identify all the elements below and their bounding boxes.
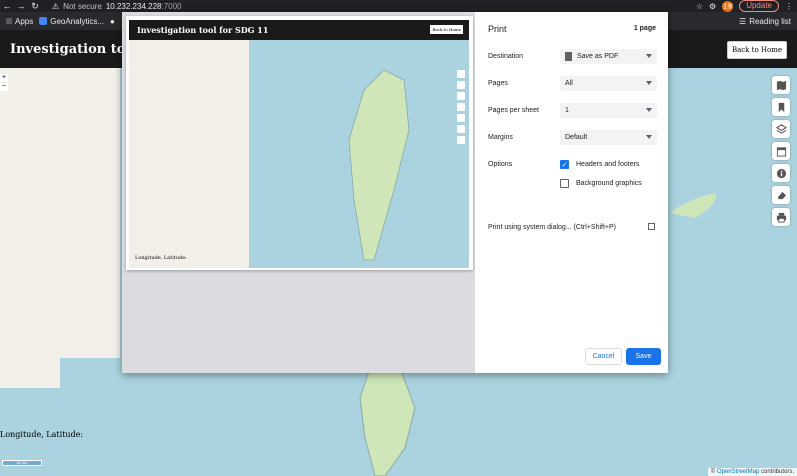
- menu-icon[interactable]: ⋮: [785, 2, 793, 11]
- back-to-home-button[interactable]: Back to Home: [726, 41, 787, 59]
- eraser-icon[interactable]: [772, 186, 790, 204]
- map-toolbar: [772, 76, 790, 226]
- print-dialog: Investigation tool for SDG 11 Back to Ho…: [122, 12, 668, 373]
- bookmark-geoanalytics[interactable]: GeoAnalytics...: [39, 17, 104, 26]
- preview-header: Investigation tool for SDG 11 Back to Ho…: [129, 20, 469, 40]
- save-button[interactable]: Save: [626, 348, 661, 365]
- calendar-icon[interactable]: [772, 142, 790, 160]
- url-host: 10.232.234.228: [105, 1, 162, 11]
- attribution-prefix: ©: [710, 469, 716, 475]
- background-graphics-checkbox[interactable]: [560, 179, 569, 188]
- security-label: Not secure: [63, 1, 102, 11]
- destination-label: Destination: [488, 53, 524, 60]
- ryukyu-island: [670, 193, 716, 218]
- bookmark-label: GeoAnalytics...: [50, 16, 105, 26]
- update-button[interactable]: Update: [739, 0, 779, 12]
- zoom-out-button[interactable]: −: [0, 83, 8, 91]
- map-icon[interactable]: [772, 76, 790, 94]
- pages-label: Pages: [488, 80, 508, 87]
- preview-tool: [457, 92, 465, 100]
- info-icon[interactable]: [772, 164, 790, 182]
- back-arrow-icon[interactable]: ←: [0, 1, 14, 11]
- map-island: [359, 368, 416, 476]
- mainland-land: [0, 358, 60, 388]
- cancel-button[interactable]: Cancel: [585, 348, 622, 365]
- forward-arrow-icon[interactable]: →: [14, 1, 28, 11]
- system-dialog-link[interactable]: Print using system dialog... (Ctrl+Shift…: [488, 224, 616, 231]
- preview-tool: [457, 114, 465, 122]
- coords-readout: Longitude, Latitude:: [0, 430, 84, 439]
- headers-footers-label: Headers and footers: [576, 161, 640, 168]
- pages-per-sheet-select[interactable]: 1: [560, 103, 657, 118]
- print-title: Print: [488, 24, 507, 34]
- bookmark-github[interactable]: ●: [110, 17, 115, 26]
- options-label: Options: [488, 161, 513, 168]
- chevron-down-icon: [646, 135, 652, 139]
- open-external-icon[interactable]: [648, 223, 655, 230]
- reload-icon[interactable]: ↻: [28, 1, 42, 12]
- print-settings: Print 1 page Destination Save as PDF Pag…: [475, 12, 668, 373]
- url-port: :7000: [161, 1, 182, 11]
- background-graphics-label: Background graphics: [576, 180, 642, 187]
- osm-link[interactable]: OpenStreetMap: [717, 469, 759, 475]
- preview-land: [129, 40, 249, 268]
- avatar[interactable]: 主要: [722, 0, 734, 12]
- preview-tool: [457, 136, 465, 144]
- destination-select[interactable]: Save as PDF: [560, 49, 657, 64]
- headers-footers-checkbox[interactable]: ✓: [560, 160, 569, 169]
- bookmark-label: Apps: [15, 16, 34, 26]
- zoom-in-button[interactable]: +: [0, 74, 8, 82]
- layers-icon[interactable]: [772, 120, 790, 138]
- margins-label: Margins: [488, 134, 513, 141]
- pages-select[interactable]: All: [560, 76, 657, 91]
- margins-select[interactable]: Default: [560, 130, 657, 145]
- preview-title: Investigation tool for SDG 11: [137, 25, 269, 35]
- scale-bar: 50 km: [2, 460, 42, 466]
- preview-map: Longitude, Latitude:: [129, 40, 469, 268]
- preview-coords: Longitude, Latitude:: [135, 255, 187, 261]
- chevron-down-icon: [646, 108, 652, 112]
- map-attribution: © OpenStreetMap contributors.: [707, 468, 797, 476]
- bookmark-apps[interactable]: Apps: [6, 17, 33, 26]
- zoom-controls: + −: [0, 74, 8, 91]
- address-bar[interactable]: ⚠ Not secure 10.232.234.228:7000: [52, 2, 182, 11]
- preview-tool: [457, 70, 465, 78]
- chevron-down-icon: [646, 81, 652, 85]
- destination-value: Save as PDF: [577, 53, 619, 60]
- print-icon[interactable]: [772, 208, 790, 226]
- attribution-suffix: contributors.: [760, 469, 794, 475]
- github-icon: ●: [110, 16, 115, 26]
- reading-list-button[interactable]: ☰ Reading list: [739, 17, 791, 26]
- warning-icon: ⚠: [52, 1, 60, 11]
- print-preview-area: Investigation tool for SDG 11 Back to Ho…: [122, 12, 475, 373]
- preview-tool: [457, 125, 465, 133]
- page-count: 1 page: [633, 25, 656, 32]
- browser-toolbar: ← → ↻ ⚠ Not secure 10.232.234.228:7000 ☆…: [0, 0, 797, 12]
- preview-tool: [457, 81, 465, 89]
- mainland-land: [0, 68, 120, 358]
- preview-home-button: Back to Home: [430, 25, 463, 34]
- reading-list-label: Reading list: [749, 16, 791, 26]
- file-icon: [565, 52, 572, 61]
- pps-value: 1: [565, 107, 569, 114]
- chevron-down-icon: [646, 54, 652, 58]
- apps-grid-icon: [6, 18, 12, 24]
- geoanalytics-icon: [39, 17, 48, 25]
- reading-list-icon: ☰: [739, 16, 747, 26]
- preview-island: [348, 70, 410, 261]
- print-preview-page: Investigation tool for SDG 11 Back to Ho…: [126, 16, 473, 270]
- pages-value: All: [565, 80, 573, 87]
- star-icon[interactable]: ☆: [696, 2, 703, 11]
- preview-toolbar: [457, 70, 465, 144]
- pages-per-sheet-label: Pages per sheet: [488, 107, 539, 114]
- preview-tool: [457, 103, 465, 111]
- extensions-icon[interactable]: ⚙: [709, 2, 716, 11]
- margins-value: Default: [565, 134, 588, 141]
- bookmark-icon[interactable]: [772, 98, 790, 116]
